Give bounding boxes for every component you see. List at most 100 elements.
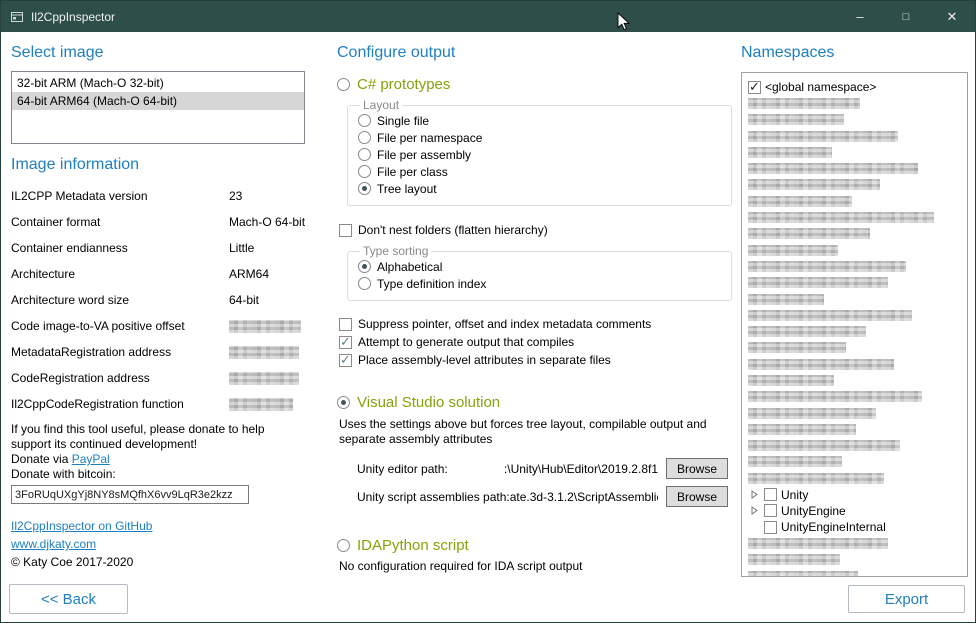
radio-icon[interactable] xyxy=(358,165,371,178)
namespace-item[interactable] xyxy=(748,258,967,274)
checkbox-icon[interactable] xyxy=(339,336,352,349)
checkbox-icon[interactable] xyxy=(339,318,352,331)
checkbox-icon[interactable] xyxy=(339,354,352,367)
configure-panel: Configure output C# prototypes Layout Si… xyxy=(337,32,733,573)
close-button[interactable]: ✕ xyxy=(929,1,975,32)
output-option-row[interactable]: Attempt to generate output that compiles xyxy=(339,333,733,351)
github-link[interactable]: Il2CppInspector on GitHub xyxy=(11,519,152,533)
namespace-item[interactable] xyxy=(748,209,967,225)
redacted-namespace xyxy=(748,538,888,549)
image-list-item[interactable]: 64-bit ARM64 (Mach-O 64-bit) xyxy=(12,92,304,110)
namespace-item[interactable] xyxy=(748,144,967,160)
namespace-item[interactable] xyxy=(748,389,967,405)
redacted-value xyxy=(229,320,301,333)
namespace-item[interactable] xyxy=(748,405,967,421)
bitcoin-address-input[interactable] xyxy=(11,485,249,504)
left-panel: Select image 32-bit ARM (Mach-O 32-bit) … xyxy=(11,32,305,569)
namespace-checkbox[interactable] xyxy=(748,81,761,94)
visual-studio-option[interactable]: Visual Studio solution xyxy=(337,394,733,411)
namespace-checkbox[interactable] xyxy=(764,521,777,534)
redacted-namespace xyxy=(748,228,870,239)
namespace-item[interactable] xyxy=(748,372,967,388)
image-list-item[interactable]: 32-bit ARM (Mach-O 32-bit) xyxy=(12,74,304,92)
namespaces-heading: Namespaces xyxy=(741,44,968,62)
output-option-checkboxes: Suppress pointer, offset and index metad… xyxy=(337,315,733,369)
namespace-item[interactable] xyxy=(748,177,967,193)
browse-script-button[interactable]: Browse xyxy=(666,486,728,507)
namespace-item[interactable] xyxy=(748,470,967,486)
namespace-item[interactable] xyxy=(748,421,967,437)
idapython-option[interactable]: IDAPython script xyxy=(337,537,733,554)
namespace-item[interactable] xyxy=(748,323,967,339)
info-row: IL2CPP Metadata version 23 xyxy=(11,183,305,209)
namespace-item[interactable]: UnityEngine xyxy=(748,503,967,519)
info-label: CodeRegistration address xyxy=(11,371,229,385)
visual-studio-description: Uses the settings above but forces tree … xyxy=(339,417,723,447)
namespace-item[interactable] xyxy=(748,128,967,144)
namespace-item[interactable] xyxy=(748,454,967,470)
radio-icon[interactable] xyxy=(358,277,371,290)
namespace-item[interactable] xyxy=(748,275,967,291)
namespace-item[interactable] xyxy=(748,95,967,111)
layout-option[interactable]: File per assembly xyxy=(358,146,721,163)
maximize-button[interactable]: □ xyxy=(883,1,929,32)
radio-icon[interactable] xyxy=(358,260,371,273)
expander-icon[interactable] xyxy=(748,489,760,501)
namespace-item[interactable] xyxy=(748,160,967,176)
image-list-item-label: 64-bit ARM64 (Mach-O 64-bit) xyxy=(17,94,177,108)
namespace-item[interactable] xyxy=(748,552,967,568)
flatten-checkbox-row[interactable]: Don't nest folders (flatten hierarchy) xyxy=(339,221,733,239)
output-option-row[interactable]: Suppress pointer, offset and index metad… xyxy=(339,315,733,333)
layout-option[interactable]: File per class xyxy=(358,163,721,180)
type-sorting-option[interactable]: Type definition index xyxy=(358,275,721,292)
namespace-item[interactable] xyxy=(748,193,967,209)
namespace-item[interactable] xyxy=(748,535,967,551)
radio-icon[interactable] xyxy=(358,148,371,161)
back-button[interactable]: << Back xyxy=(9,584,128,614)
namespace-item[interactable] xyxy=(748,112,967,128)
namespace-label: UnityEngineInternal xyxy=(781,520,886,534)
namespace-item[interactable]: <global namespace> xyxy=(748,79,967,95)
info-label: Architecture word size xyxy=(11,293,229,307)
csharp-radio[interactable] xyxy=(337,78,350,91)
layout-groupbox: Layout Single file File per namespace xyxy=(347,98,732,206)
namespace-item[interactable] xyxy=(748,340,967,356)
namespace-item[interactable] xyxy=(748,356,967,372)
namespace-checkbox[interactable] xyxy=(764,504,777,517)
namespace-item[interactable]: Unity xyxy=(748,486,967,502)
layout-groupbox-title: Layout xyxy=(360,98,402,112)
browse-editor-button[interactable]: Browse xyxy=(666,458,728,479)
namespace-item[interactable] xyxy=(748,226,967,242)
idapython-radio[interactable] xyxy=(337,539,350,552)
layout-option[interactable]: Tree layout xyxy=(358,180,721,197)
namespace-item[interactable] xyxy=(748,291,967,307)
output-option-row[interactable]: Place assembly-level attributes in separ… xyxy=(339,351,733,369)
titlebar[interactable]: Il2CppInspector – □ ✕ xyxy=(1,1,975,32)
radio-icon[interactable] xyxy=(358,182,371,195)
layout-option[interactable]: Single file xyxy=(358,112,721,129)
type-sorting-option[interactable]: Alphabetical xyxy=(358,258,721,275)
layout-option[interactable]: File per namespace xyxy=(358,129,721,146)
flatten-checkbox[interactable] xyxy=(339,224,352,237)
redacted-namespace xyxy=(748,114,844,125)
csharp-prototypes-option[interactable]: C# prototypes xyxy=(337,76,733,93)
namespaces-list[interactable]: <global namespace> xyxy=(741,72,968,577)
image-listbox[interactable]: 32-bit ARM (Mach-O 32-bit) 64-bit ARM64 … xyxy=(11,71,305,144)
namespace-item[interactable] xyxy=(748,568,967,577)
website-link[interactable]: www.djkaty.com xyxy=(11,537,96,551)
redacted-namespace xyxy=(748,245,838,256)
info-value: 64-bit xyxy=(229,293,259,307)
radio-icon[interactable] xyxy=(358,114,371,127)
namespace-item[interactable]: UnityEngineInternal xyxy=(764,519,967,535)
minimize-button[interactable]: – xyxy=(837,1,883,32)
namespace-checkbox[interactable] xyxy=(764,488,777,501)
visual-studio-radio[interactable] xyxy=(337,396,350,409)
unity-script-path-label: Unity script assemblies path: xyxy=(357,490,510,504)
paypal-link[interactable]: PayPal xyxy=(72,452,110,466)
export-button[interactable]: Export xyxy=(848,585,965,613)
namespace-item[interactable] xyxy=(748,242,967,258)
namespace-item[interactable] xyxy=(748,438,967,454)
radio-icon[interactable] xyxy=(358,131,371,144)
namespace-item[interactable] xyxy=(748,307,967,323)
expander-icon[interactable] xyxy=(748,505,760,517)
